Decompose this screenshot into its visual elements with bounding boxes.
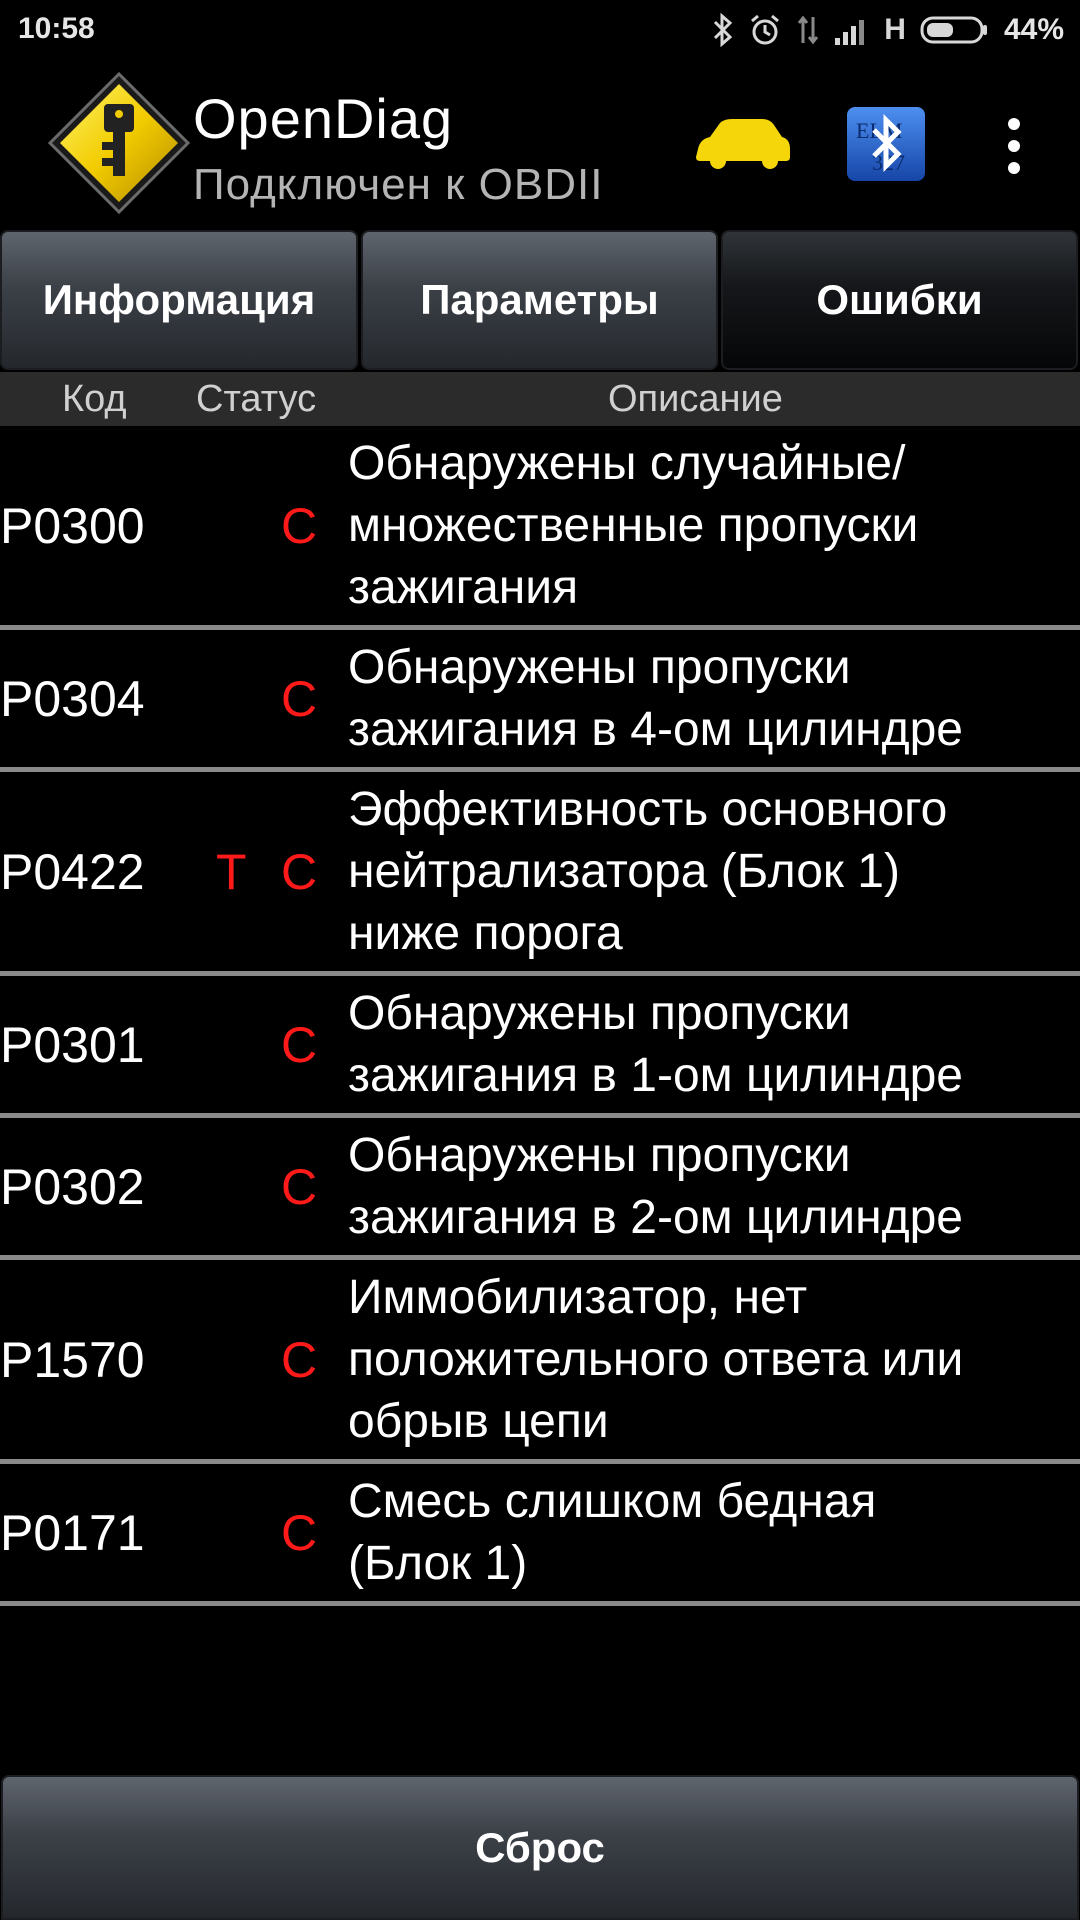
error-row[interactable]: P0300 C Обнаружены случайные/ множествен… <box>0 426 1080 630</box>
car-icon[interactable] <box>694 115 792 171</box>
battery-icon <box>920 15 990 45</box>
status-flag-c: C <box>281 1016 318 1073</box>
error-description: Иммобилизатор, нет положительного ответа… <box>348 1270 964 1448</box>
error-code: P0301 <box>0 1016 145 1073</box>
status-flag-c: C <box>281 1504 318 1561</box>
tab-errors[interactable]: Ошибки <box>721 230 1078 370</box>
column-header-description: Описание <box>608 378 783 420</box>
status-icons: H 44% <box>712 10 1064 50</box>
error-description: Обнаружены пропуски зажигания в 4-ом цил… <box>348 640 963 756</box>
error-description: Обнаружены случайные/ множественные проп… <box>348 436 919 614</box>
error-row[interactable]: P0304 C Обнаружены пропуски зажигания в … <box>0 630 1080 772</box>
status-flag-c: C <box>281 1158 318 1215</box>
error-description: Обнаружены пропуски зажигания в 2-ом цил… <box>348 1128 963 1244</box>
signal-icon <box>834 14 870 46</box>
status-flag-t: T <box>216 843 247 900</box>
error-description: Эффективность основного нейтрализатора (… <box>348 782 948 960</box>
battery-percent: 44% <box>1003 13 1064 46</box>
status-flag-c: C <box>281 1331 318 1388</box>
table-header: Код Статус Описание <box>0 372 1080 426</box>
key-diamond-logo-icon <box>46 70 192 216</box>
reset-button[interactable]: Сброс <box>1 1775 1079 1920</box>
error-row[interactable]: P0422 T C Эффективность основного нейтра… <box>0 772 1080 976</box>
overflow-menu-icon[interactable] <box>998 116 1030 176</box>
error-code: P0171 <box>0 1504 145 1561</box>
bluetooth-icon <box>712 13 734 47</box>
app-title: OpenDiag <box>193 87 454 150</box>
elm327-bluetooth-icon[interactable]: ELM 327 <box>846 106 926 182</box>
error-code: P0300 <box>0 497 145 554</box>
status-time: 10:58 <box>18 12 95 45</box>
tab-parameters[interactable]: Параметры <box>361 230 718 370</box>
tab-bar: Информация Параметры Ошибки <box>0 226 1080 372</box>
error-code: P0302 <box>0 1158 145 1215</box>
error-row[interactable]: P0171 C Смесь слишком бедная (Блок 1) <box>0 1464 1080 1606</box>
status-flag-c: C <box>281 670 318 727</box>
error-description: Смесь слишком бедная (Блок 1) <box>348 1474 877 1590</box>
status-bar: 10:58 H 44% <box>0 0 1080 60</box>
error-row[interactable]: P0301 C Обнаружены пропуски зажигания в … <box>0 976 1080 1118</box>
alarm-icon <box>748 13 782 47</box>
error-code: P0304 <box>0 670 145 727</box>
column-header-code: Код <box>62 378 127 420</box>
connection-status: Подключен к OBDII <box>193 160 604 209</box>
tab-information[interactable]: Информация <box>0 230 358 370</box>
status-flag-c: C <box>281 497 318 554</box>
action-bar: OpenDiag Подключен к OBDII ELM 327 <box>0 60 1080 226</box>
error-row[interactable]: P1570 C Иммобилизатор, нет положительног… <box>0 1260 1080 1464</box>
error-list: P0300 C Обнаружены случайные/ множествен… <box>0 426 1080 1606</box>
network-type: H <box>884 13 906 46</box>
error-row[interactable]: P0302 C Обнаружены пропуски зажигания в … <box>0 1118 1080 1260</box>
error-description: Обнаружены пропуски зажигания в 1-ом цил… <box>348 986 963 1102</box>
error-code: P1570 <box>0 1331 145 1388</box>
column-header-status: Статус <box>196 378 317 420</box>
status-flag-c: C <box>281 843 318 900</box>
error-code: P0422 <box>0 843 145 900</box>
data-off-icon <box>796 13 820 47</box>
